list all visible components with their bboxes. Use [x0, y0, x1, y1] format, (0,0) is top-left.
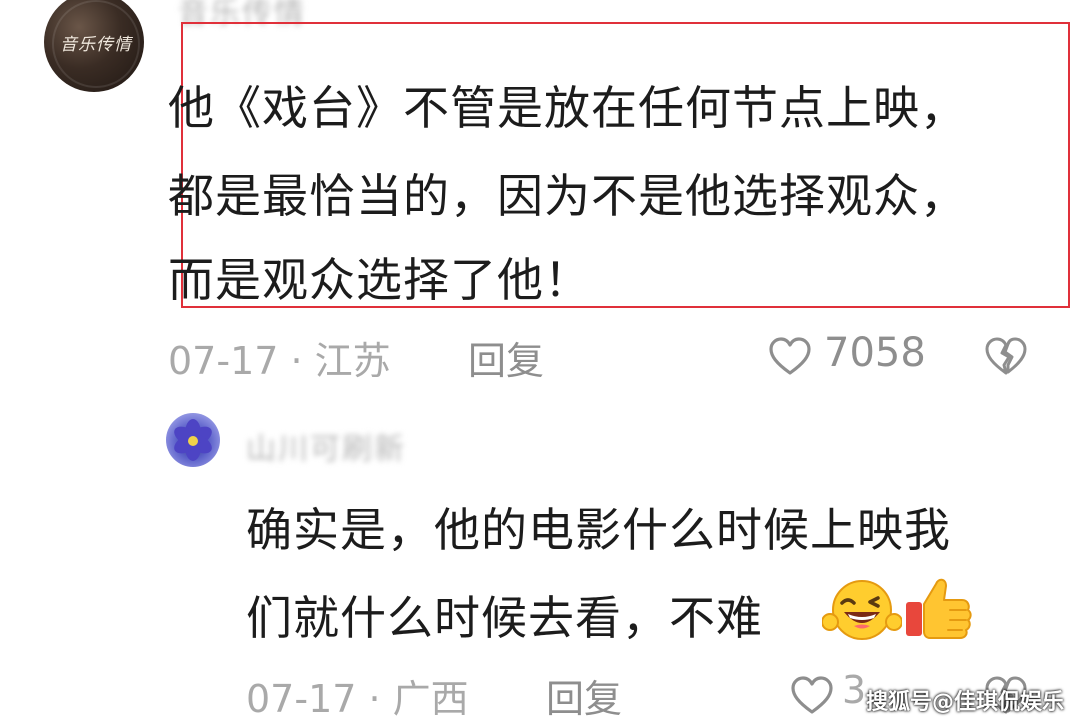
username-blurred[interactable]: 山川可刷新	[246, 424, 406, 468]
reply-button[interactable]: 回复	[546, 668, 622, 723]
heart-outline-icon[interactable]	[768, 336, 812, 376]
like-count: 7058	[824, 330, 926, 376]
comment-date-location: 07-17 · 广西	[246, 677, 469, 721]
like-count: 3	[842, 668, 867, 712]
comment-date-location: 07-17 · 江苏	[168, 339, 391, 383]
comment-text-line: 而是观众选择了他！	[168, 253, 591, 307]
thumbs-up-emoji	[906, 578, 972, 639]
heart-outline-icon[interactable]	[790, 675, 834, 715]
avatar-flower-center	[188, 436, 198, 446]
watermark: 搜狐号@佳琪侃娱乐	[866, 690, 1065, 715]
comment-text-line: 们就什么时候去看，不难	[246, 591, 763, 645]
broken-heart-icon[interactable]	[984, 336, 1028, 376]
avatar-text: 音乐传情	[60, 35, 132, 55]
comment-text-line: 确实是，他的电影什么时候上映我	[246, 503, 951, 557]
avatar[interactable]	[166, 413, 220, 467]
comment-text-line: 他《戏台》不管是放在任何节点上映，	[168, 81, 967, 135]
comment-text-line: 都是最恰当的，因为不是他选择观众，	[168, 169, 967, 223]
avatar[interactable]: 音乐传情	[44, 0, 144, 92]
grinning-wink-emoji	[822, 580, 902, 640]
reply-button[interactable]: 回复	[468, 330, 544, 385]
